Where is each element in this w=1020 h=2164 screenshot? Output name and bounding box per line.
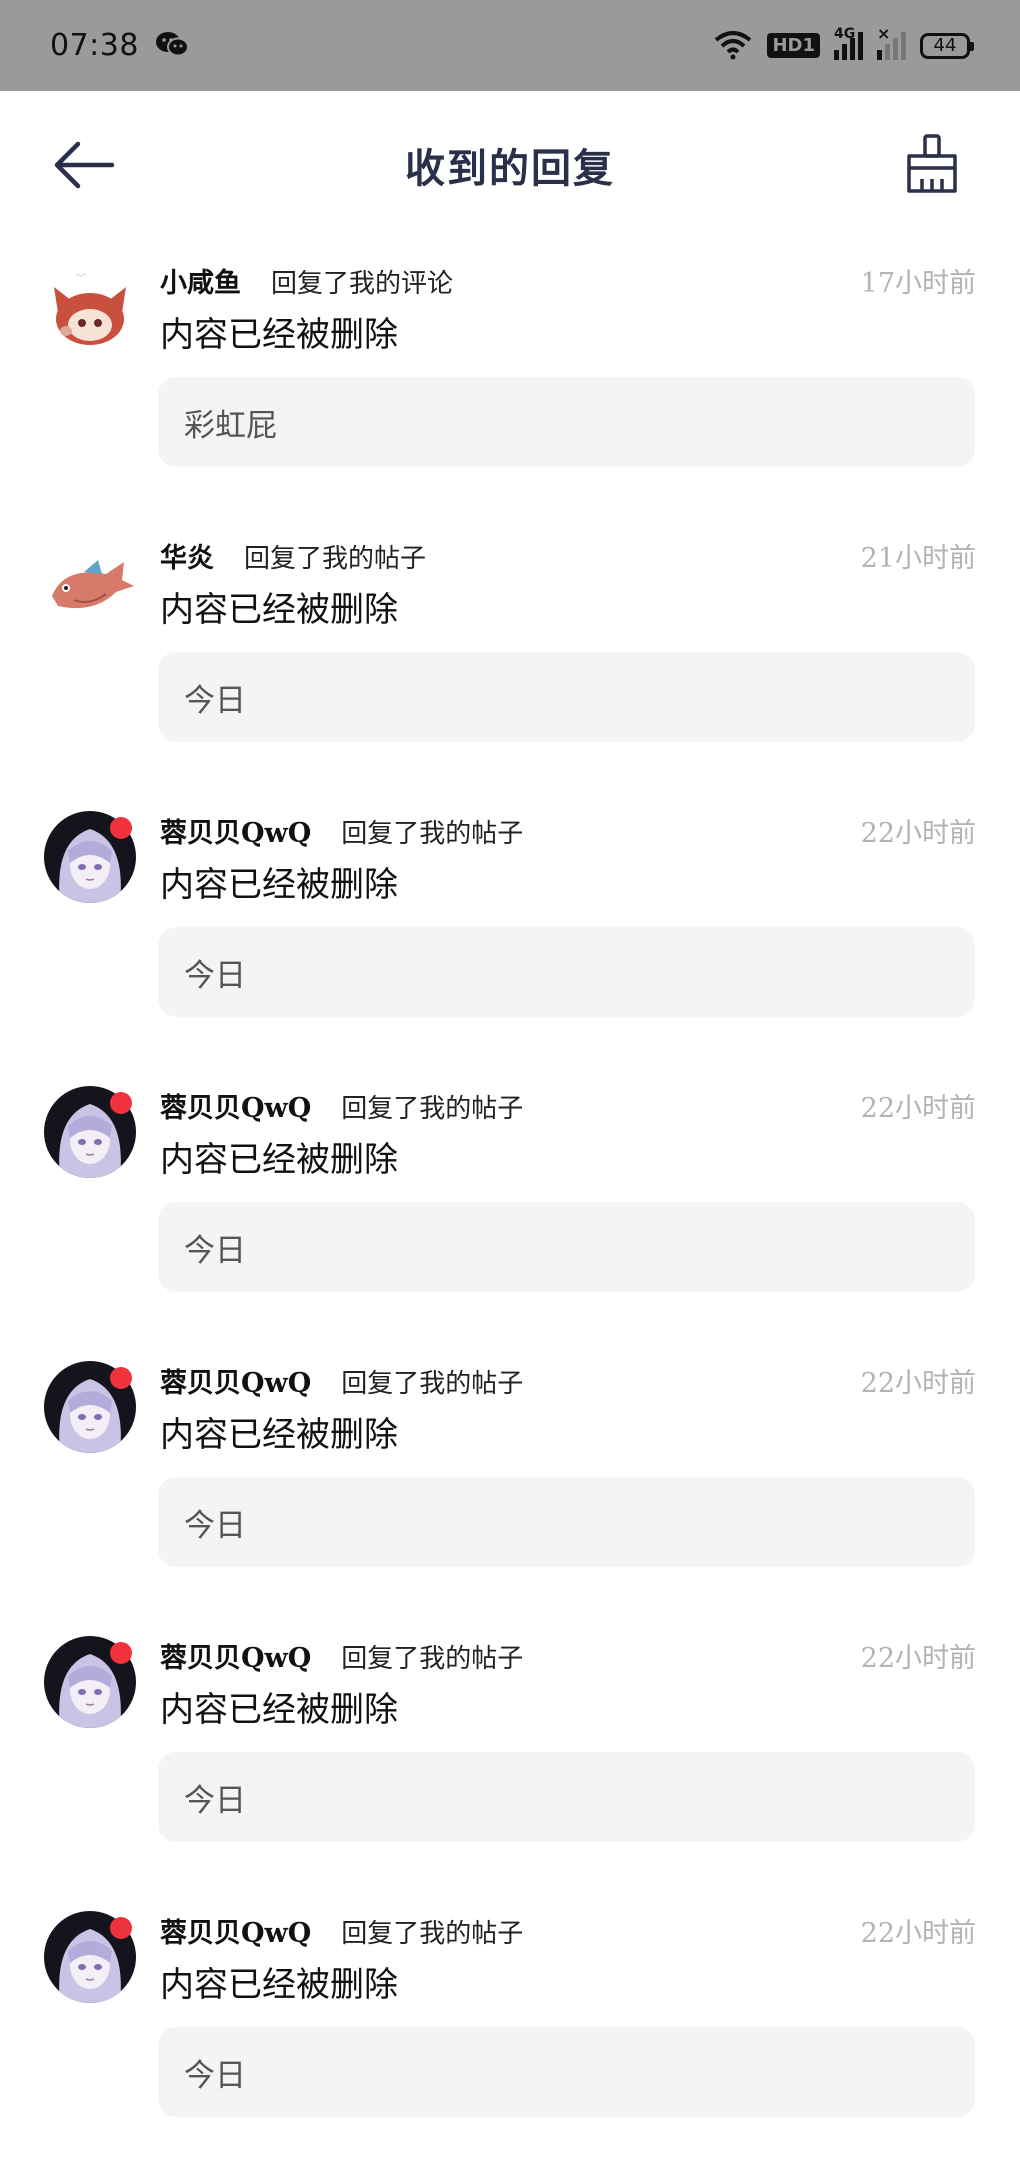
reply-action: 回复了我的帖子 <box>341 1919 524 1949</box>
header: 收到的回复 <box>0 91 1020 239</box>
reply-action: 回复了我的帖子 <box>341 819 524 849</box>
username[interactable]: 蓉贝贝QwQ <box>160 1636 311 1675</box>
status-time: 07:38 <box>50 28 139 63</box>
reply-action: 回复了我的帖子 <box>341 1369 524 1399</box>
reply-content: 内容已经被删除 <box>160 1415 398 1455</box>
signal-empty-icon: × <box>877 24 906 60</box>
reply-item[interactable]: 蓉贝贝QwQ 回复了我的帖子 22小时前 内容已经被删除 今日 <box>0 1064 1020 1339</box>
username[interactable]: 蓉贝贝QwQ <box>160 1911 311 1950</box>
battery-icon: 44 <box>920 32 974 59</box>
reply-item[interactable]: 蓉贝贝QwQ 回复了我的帖子 22小时前 内容已经被删除 今日 <box>0 1889 1020 2164</box>
unread-dot <box>110 1092 132 1114</box>
reply-content: 内容已经被删除 <box>160 1140 398 1180</box>
unread-dot <box>110 817 132 839</box>
quoted-text[interactable]: 今日 <box>158 652 975 742</box>
quoted-text[interactable]: 今日 <box>158 1202 975 1292</box>
reply-action: 回复了我的帖子 <box>341 1094 524 1124</box>
reply-action: 回复了我的帖子 <box>244 544 427 574</box>
reply-item[interactable]: 蓉贝贝QwQ 回复了我的帖子 22小时前 内容已经被删除 今日 <box>0 1614 1020 1889</box>
hd-badge: HD1 <box>767 33 820 58</box>
unread-dot <box>110 1642 132 1664</box>
reply-time: 21小时前 <box>860 543 976 574</box>
username[interactable]: 蓉贝贝QwQ <box>160 1361 311 1400</box>
reply-item[interactable]: 蓉贝贝QwQ 回复了我的帖子 22小时前 内容已经被删除 今日 <box>0 789 1020 1064</box>
wechat-icon <box>155 30 189 62</box>
username[interactable]: 小咸鱼 <box>160 261 241 300</box>
unread-dot <box>110 1917 132 1939</box>
reply-content: 内容已经被删除 <box>160 1690 398 1730</box>
reply-time: 22小时前 <box>860 1093 976 1124</box>
wifi-icon <box>713 28 753 64</box>
quoted-text[interactable]: 今日 <box>158 927 975 1017</box>
quoted-text[interactable]: 今日 <box>158 1752 975 1842</box>
signal-icon: 4G <box>834 26 863 60</box>
network-type-label: 4G <box>834 25 856 42</box>
page-title: 收到的回复 <box>405 145 615 192</box>
clear-button[interactable] <box>904 133 960 195</box>
username[interactable]: 蓉贝贝QwQ <box>160 1086 311 1125</box>
arrow-left-icon <box>54 141 115 189</box>
reply-item[interactable]: 华炎 回复了我的帖子 21小时前 内容已经被删除 今日 <box>0 514 1020 789</box>
reply-item[interactable]: 蓉贝贝QwQ 回复了我的帖子 22小时前 内容已经被删除 今日 <box>0 1339 1020 1614</box>
reply-content: 内容已经被删除 <box>160 315 398 355</box>
reply-item[interactable]: ᵔᵕᵔ 小咸鱼 回复了我的评论 17小时前 内容已经被删除 彩虹屁 <box>0 239 1020 514</box>
quoted-text[interactable]: 今日 <box>158 2027 975 2117</box>
reply-action: 回复了我的帖子 <box>341 1644 524 1674</box>
reply-content: 内容已经被删除 <box>160 590 398 630</box>
broom-icon <box>907 134 957 193</box>
svg-text:ᵔᵕᵔ: ᵔᵕᵔ <box>76 272 86 281</box>
status-bar: 07:38 HD1 4G × 44 <box>0 0 1020 91</box>
reply-action: 回复了我的评论 <box>271 269 454 299</box>
avatar[interactable]: ᵔᵕᵔ <box>44 261 136 353</box>
reply-time: 22小时前 <box>860 1368 976 1399</box>
back-button[interactable] <box>52 135 116 195</box>
avatar[interactable] <box>44 536 136 628</box>
username[interactable]: 蓉贝贝QwQ <box>160 811 311 850</box>
quoted-text[interactable]: 彩虹屁 <box>158 377 975 467</box>
reply-list: ᵔᵕᵔ 小咸鱼 回复了我的评论 17小时前 内容已经被删除 彩虹屁 华炎 回复了… <box>0 239 1020 2164</box>
reply-time: 22小时前 <box>860 1918 976 1949</box>
reply-time: 22小时前 <box>860 1643 976 1674</box>
username[interactable]: 华炎 <box>160 536 214 575</box>
reply-time: 22小时前 <box>860 818 976 849</box>
reply-time: 17小时前 <box>860 268 976 299</box>
unread-dot <box>110 1367 132 1389</box>
reply-content: 内容已经被删除 <box>160 1965 398 2005</box>
quoted-text[interactable]: 今日 <box>158 1477 975 1567</box>
reply-content: 内容已经被删除 <box>160 865 398 905</box>
